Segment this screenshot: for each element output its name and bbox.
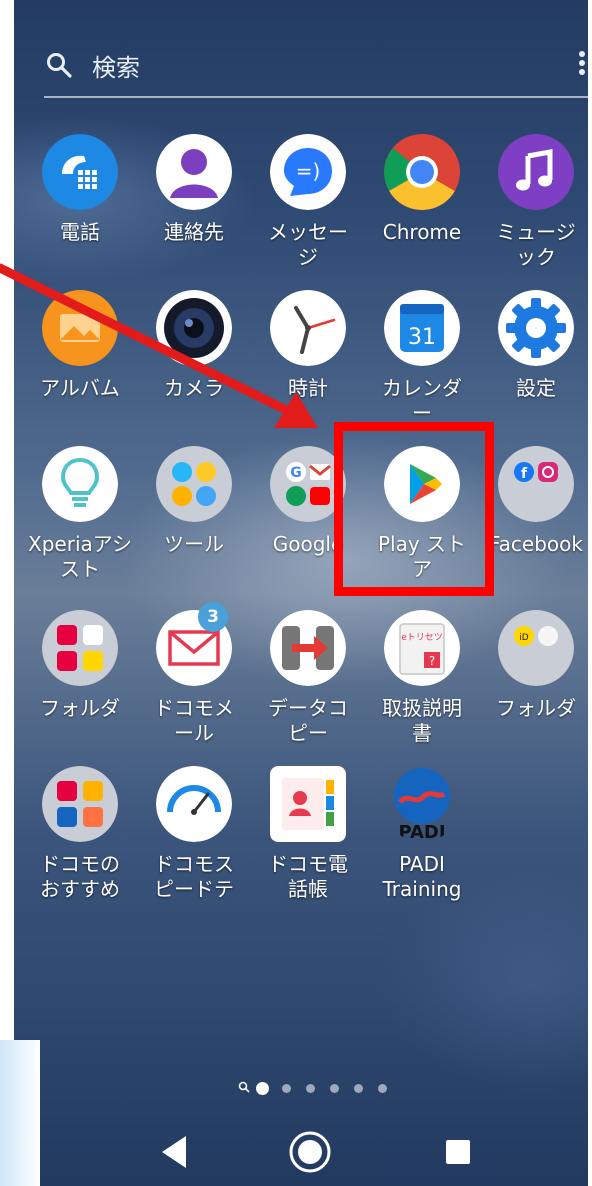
app-label: 電話 [60, 220, 100, 244]
app-docomo-speedtest[interactable]: ドコモス ピードテ [138, 766, 250, 916]
chrome-icon [384, 134, 460, 210]
back-button-icon[interactable] [154, 1122, 194, 1182]
app-label: ミュージ ック [496, 220, 576, 269]
search-underline [44, 96, 588, 98]
app-data-copy[interactable]: データコ ピー [252, 610, 364, 760]
app-label: ドコモス ピードテ [154, 852, 234, 901]
app-chrome[interactable]: Chrome [366, 134, 478, 284]
app-contacts[interactable]: 連絡先 [138, 134, 250, 284]
app-label: 連絡先 [164, 220, 224, 244]
svg-text:PADI: PADI [398, 822, 445, 842]
search-icon [47, 53, 72, 78]
svg-text:f: f [521, 466, 528, 482]
app-phone[interactable]: 電話 [24, 134, 136, 284]
app-label: アルバム [40, 376, 120, 400]
id-folder-icon: iD [498, 610, 574, 686]
app-label: ドコモメ ール [154, 696, 234, 745]
lightbulb-icon [42, 446, 118, 522]
svg-text:=): =) [296, 159, 321, 183]
album-icon [42, 290, 118, 366]
page-dot [378, 1084, 387, 1093]
app-label: 設定 [516, 376, 556, 400]
app-camera[interactable]: カメラ [138, 290, 250, 440]
svg-text:eトリセツ: eトリセツ [401, 632, 443, 643]
home-button-icon[interactable] [280, 1122, 340, 1182]
app-search-bar[interactable]: 検索 [28, 32, 588, 98]
svg-text:G: G [290, 465, 302, 481]
app-label: ドコモ電 話帳 [268, 852, 348, 901]
app-xperia-assist[interactable]: Xperiaアシ スト [24, 446, 136, 596]
app-folder-id[interactable]: iD フォルダ [480, 610, 588, 760]
page-dot [282, 1084, 291, 1093]
unread-count-badge: 3 [198, 602, 228, 632]
app-padi-training[interactable]: PADI PADI Training [366, 766, 478, 916]
page-dot [306, 1084, 315, 1093]
app-settings[interactable]: 設定 [480, 290, 588, 440]
app-label: カメラ [164, 376, 224, 400]
search-label: 検索 [92, 54, 140, 82]
app-docomo-mail[interactable]: 3 ドコモメ ール [138, 602, 250, 760]
app-label: メッセー ジ [268, 220, 348, 269]
app-docomo-recommend[interactable]: ドコモの おすすめ [24, 766, 136, 916]
app-calendar[interactable]: 31 カレンダ ー [366, 290, 478, 440]
page-dot [354, 1084, 363, 1093]
page-dot-active [256, 1082, 269, 1095]
manual-icon: eトリセツ ? [384, 610, 460, 686]
recents-button-icon[interactable] [438, 1122, 478, 1182]
home-screen: 検索 電話 連絡先 =) メッセー ジ Chrome ミュージ ック アルバム … [14, 0, 588, 1186]
background-edge [0, 1040, 40, 1186]
padi-logo-icon: PADI [394, 768, 450, 842]
app-label: 取扱説明 書 [382, 696, 462, 745]
app-label: 時計 [288, 376, 328, 400]
phonebook-icon [270, 766, 346, 842]
app-tools-folder[interactable]: ツール [138, 446, 250, 596]
svg-text:iD: iD [519, 633, 529, 643]
svg-text:?: ? [429, 654, 435, 668]
highlight-box [334, 422, 494, 596]
settings-gear-icon [498, 290, 574, 366]
app-label: フォルダ [496, 696, 576, 720]
app-album[interactable]: アルバム [24, 290, 136, 440]
app-label: データコ ピー [268, 696, 348, 745]
speedometer-icon [156, 766, 232, 842]
docomo-recommend-folder-icon [42, 766, 118, 842]
overflow-menu-icon[interactable] [576, 48, 588, 80]
page-dot [330, 1084, 339, 1093]
app-label: ドコモの おすすめ [40, 852, 120, 901]
app-manual[interactable]: eトリセツ ? 取扱説明 書 [366, 610, 478, 760]
music-icon [498, 134, 574, 210]
app-facebook-folder[interactable]: f Facebook [480, 446, 588, 596]
data-copy-icon [270, 610, 346, 686]
app-label: Chrome [382, 220, 462, 244]
phone-icon [42, 134, 118, 210]
app-label: フォルダ [40, 696, 120, 720]
app-folder-docomo[interactable]: フォルダ [24, 610, 136, 760]
messages-icon: =) [270, 134, 346, 210]
app-messages[interactable]: =) メッセー ジ [252, 134, 364, 284]
camera-icon [156, 290, 232, 366]
contacts-icon [156, 134, 232, 210]
app-label: ツール [164, 532, 224, 556]
clock-icon [270, 290, 346, 366]
app-clock[interactable]: 時計 [252, 290, 364, 440]
app-label: PADI Training [382, 852, 462, 901]
calendar-icon: 31 [384, 290, 460, 366]
search-page-icon [238, 1081, 250, 1093]
app-music[interactable]: ミュージ ック [480, 134, 588, 284]
docomo-folder-icon [42, 610, 118, 686]
svg-text:31: 31 [408, 325, 436, 350]
facebook-folder-icon: f [498, 446, 574, 522]
app-label: カレンダ ー [382, 376, 462, 425]
tools-folder-icon [156, 446, 232, 522]
app-docomo-phonebook[interactable]: ドコモ電 話帳 [252, 766, 364, 916]
app-label: Xperiaアシ スト [28, 532, 132, 581]
